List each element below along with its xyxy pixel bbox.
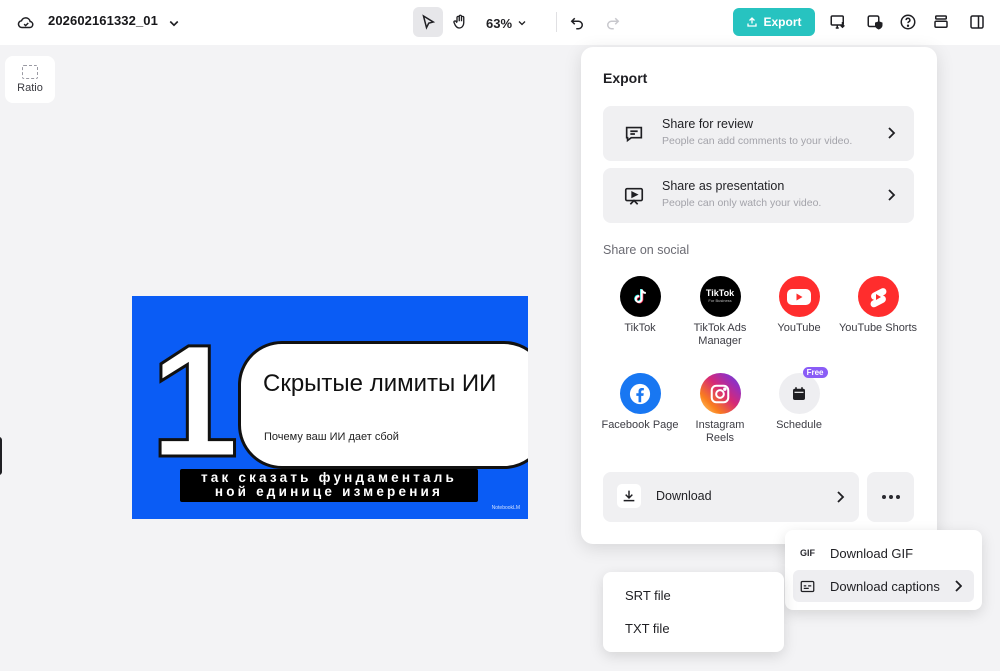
instagram-icon [699,373,741,414]
download-captions-item[interactable]: Download captions [793,570,974,602]
toolbar-divider [556,12,557,32]
layers-icon[interactable] [926,7,956,37]
social-youtube-shorts[interactable]: YouTube Shorts [838,276,918,335]
brand-watermark: NotebookLM [491,505,520,511]
txt-file-item[interactable]: TXT file [625,621,670,636]
share-for-review-button[interactable]: Share for review People can add comments… [603,106,914,161]
tiktok-business-text: TikTok [705,288,735,298]
zoom-value: 63% [486,15,513,31]
tiktok-business-icon: TikTok For Business [699,276,741,317]
ratio-label: Ratio [17,82,43,94]
chevron-right-icon [888,189,896,201]
ratio-button[interactable]: Ratio [5,56,55,103]
social-facebook-page[interactable]: Facebook Page [600,373,680,432]
video-canvas[interactable]: 1 Скрытые лимиты ИИ Почему ваш ИИ дает с… [132,296,528,519]
upload-icon [747,17,758,27]
youtube-icon [778,276,820,317]
cloud-sync-icon[interactable] [11,8,41,38]
panel-title: Export [603,70,648,86]
download-gif-item[interactable]: GIF Download GIF [793,537,974,569]
gif-icon: GIF [800,548,815,558]
chevron-down-icon[interactable] [159,8,189,38]
youtube-shorts-icon [857,276,899,317]
chevron-down-icon [518,21,526,26]
side-drag-handle[interactable] [0,437,2,475]
chevron-right-icon [888,127,896,139]
dot-icon [895,495,900,499]
monitor-download-icon[interactable] [823,7,853,37]
redo-button[interactable] [598,7,628,37]
review-shield-icon[interactable] [860,7,890,37]
calendar-icon: Free [778,367,828,414]
download-gif-label: Download GIF [830,545,914,561]
share-presentation-subtitle: People can only watch your video. [662,197,822,209]
social-label: Instagram Reels [695,419,745,444]
slide-title: Скрытые лимиты ИИ [263,370,497,397]
export-label: Export [763,15,802,29]
project-title[interactable]: 202602161332_01 [48,13,158,28]
ratio-icon [22,65,38,79]
dot-icon [881,495,886,499]
select-tool-button[interactable] [413,7,443,37]
facebook-icon [619,373,661,414]
social-label: TikTok Ads Manager [693,322,747,347]
social-youtube[interactable]: YouTube [759,276,839,335]
chevron-right-icon [837,491,845,503]
slide-number: 1 [149,311,241,490]
share-review-subtitle: People can add comments to your video. [662,135,853,147]
chevron-right-icon [955,580,962,592]
share-presentation-title: Share as presentation [662,179,785,193]
download-options-menu: GIF Download GIF Download captions [785,530,982,610]
slide-subtitle: Почему ваш ИИ дает сбой [264,431,399,443]
download-captions-label: Download captions [830,578,940,594]
comment-icon [625,126,643,143]
captions-icon [800,580,822,593]
panel-toggle-icon[interactable] [962,7,992,37]
social-label: YouTube Shorts [838,322,918,334]
hand-tool-button[interactable] [445,7,475,37]
share-as-presentation-button[interactable]: Share as presentation People can only wa… [603,168,914,223]
caption-line: так сказать фундаменталь [200,470,458,485]
social-label: YouTube [777,322,821,334]
social-instagram-reels[interactable]: Instagram Reels [680,373,760,445]
tiktok-icon [619,276,661,317]
download-button[interactable]: Download [603,472,859,522]
share-on-social-label: Share on social [603,243,690,257]
caption-line: ной единице измерения [214,484,444,499]
export-panel: Export Share for review People can add c… [581,47,937,544]
free-badge: Free [802,367,828,378]
slide-title-card [238,341,528,469]
download-icon [617,484,641,508]
social-tiktok-ads-manager[interactable]: TikTok For Business TikTok Ads Manager [680,276,760,348]
srt-file-item[interactable]: SRT file [625,588,671,603]
export-button[interactable]: Export [733,8,815,36]
social-label: TikTok [624,322,656,334]
zoom-dropdown[interactable]: 63% [486,8,528,38]
tiktok-business-sub: For Business [708,298,732,303]
help-icon[interactable] [893,7,923,37]
caption-overlay[interactable]: так сказать фундаменталь ной единице изм… [180,469,478,502]
presentation-icon [624,187,644,205]
download-label: Download [656,489,712,503]
dot-icon [888,495,893,499]
more-options-button[interactable] [867,472,914,522]
social-schedule[interactable]: Free Schedule [759,367,839,432]
social-label: Facebook Page [601,419,679,431]
undo-button[interactable] [562,7,592,37]
top-toolbar: 202602161332_01 63% Export [0,0,1000,45]
social-label: Schedule [776,419,822,431]
share-review-title: Share for review [662,117,754,131]
social-tiktok[interactable]: TikTok [600,276,680,335]
captions-format-menu: SRT file TXT file [603,572,784,652]
